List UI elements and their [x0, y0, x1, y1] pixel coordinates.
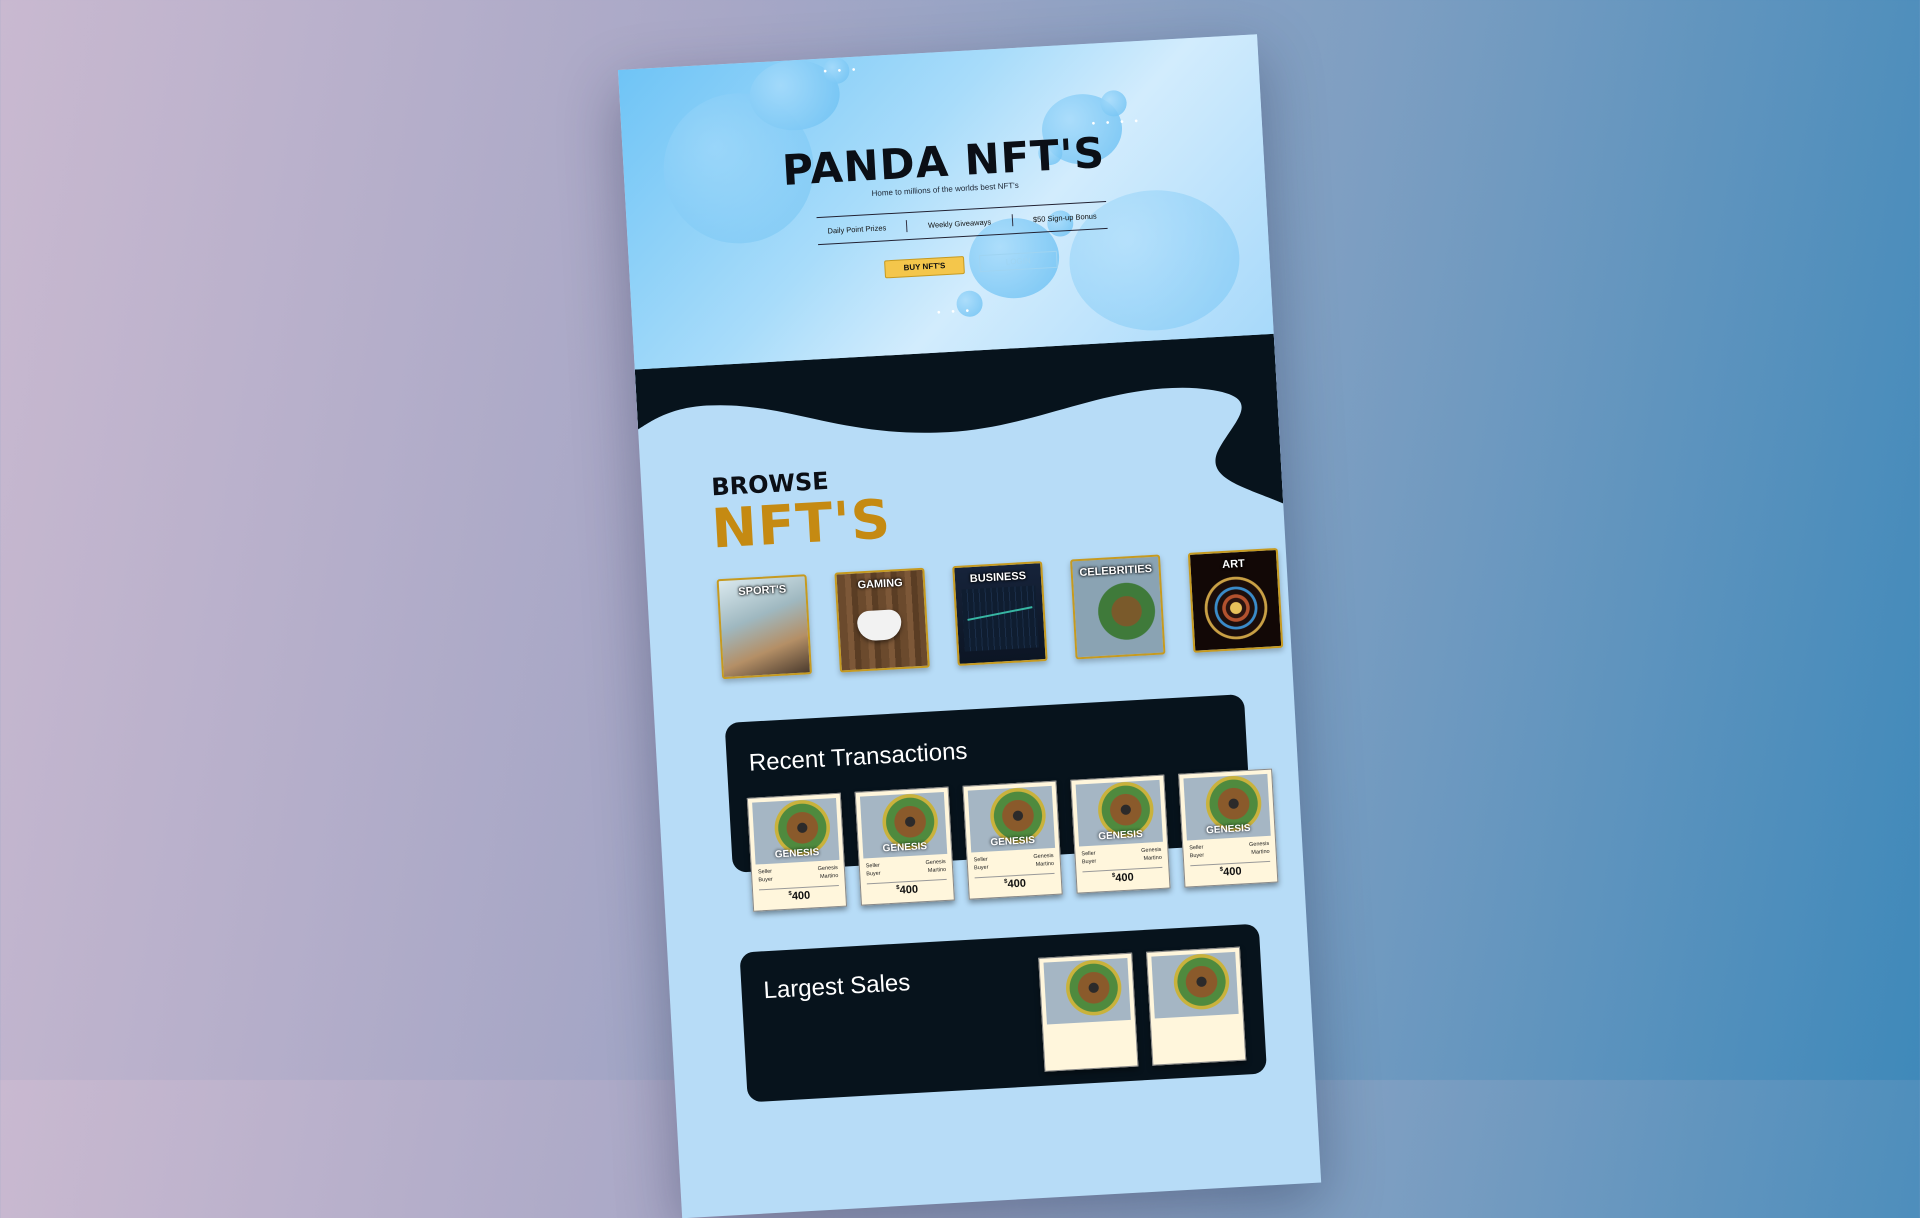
buyer-value: Martino	[1143, 854, 1162, 862]
price-value: 400	[1222, 865, 1242, 879]
seller-label: Seller	[1081, 850, 1096, 858]
buyer-value: Martino	[1251, 848, 1270, 856]
nft-price: $400	[866, 878, 948, 899]
buyer-value: Martino	[1035, 860, 1055, 868]
nft-price: $400	[1082, 866, 1164, 887]
price-value: 400	[899, 883, 919, 897]
price-value: 400	[1007, 877, 1027, 891]
divider	[1011, 214, 1013, 227]
perk-item: Weekly Giveaways	[927, 216, 992, 230]
nft-image: GENESIS	[1183, 773, 1271, 841]
buyer-label: Buyer	[1189, 852, 1205, 860]
buyer-label: Buyer	[758, 876, 773, 884]
nft-image	[1151, 951, 1239, 1019]
category-label: GAMING	[857, 576, 904, 592]
largest-card-list	[1038, 946, 1247, 1072]
nft-card[interactable]: GENESIS Seller Buyer Genesis Martino $400	[1178, 768, 1279, 888]
nft-card[interactable]	[1146, 946, 1247, 1066]
decor-dots: • • •	[823, 64, 860, 78]
hero-section: • • • • • • • • • • PANDA NFT'S Home to …	[618, 34, 1275, 390]
seller-value: Genesis	[925, 858, 946, 867]
seller-label: Seller	[973, 856, 988, 864]
category-label: BUSINESS	[969, 570, 1027, 586]
decor-bubble	[1099, 89, 1128, 118]
perk-item: $50 Sign-up Bonus	[1032, 211, 1097, 224]
buyer-value: Martino	[927, 866, 947, 874]
perk-item: Daily Point Prizes	[827, 222, 887, 236]
nft-image: GENESIS	[859, 791, 948, 859]
seller-label: Seller	[757, 868, 773, 876]
buyer-label: Buyer	[866, 870, 881, 878]
nft-name: GENESIS	[1098, 828, 1144, 843]
nft-card[interactable]: GENESIS Seller Buyer Genesis Martino $400	[1070, 774, 1171, 894]
category-card-business[interactable]: BUSINESS	[952, 561, 1048, 666]
buy-nfts-button[interactable]: BUY NFT'S	[884, 255, 965, 279]
nft-name: GENESIS	[990, 834, 1036, 849]
nft-card[interactable]	[1038, 952, 1139, 1072]
nft-meta: Seller Buyer Genesis Martino	[758, 864, 839, 884]
nft-price: $400	[758, 884, 840, 905]
seller-value: Genesis	[817, 864, 839, 873]
category-label: CELEBRITIES	[1079, 562, 1153, 580]
category-card-gaming[interactable]: GAMING	[834, 567, 930, 673]
decor-dots: • • •	[936, 305, 974, 319]
seller-value: Genesis	[1033, 852, 1054, 861]
nft-meta: Seller Buyer Genesis Martino	[973, 852, 1055, 872]
category-card-sports[interactable]: SPORT'S	[716, 574, 813, 680]
category-list: SPORT'S GAMING BUSINESS CELEBRITIES ART	[716, 547, 1284, 680]
category-label: ART	[1221, 557, 1246, 572]
nft-card[interactable]: GENESIS Seller Buyer Genesis Martino $400	[746, 792, 848, 912]
buyer-label: Buyer	[1081, 858, 1097, 866]
category-card-art[interactable]: ART	[1187, 547, 1284, 653]
category-card-celebrities[interactable]: CELEBRITIES	[1070, 554, 1166, 660]
nft-price: $400	[1190, 860, 1271, 881]
price-value: 400	[791, 889, 811, 903]
nft-card[interactable]: GENESIS Seller Buyer Genesis Martino $400	[962, 780, 1063, 900]
divider	[906, 220, 908, 233]
nft-name: GENESIS	[882, 840, 928, 855]
buyer-label: Buyer	[973, 864, 989, 872]
nft-meta: Seller Buyer Genesis Martino	[1081, 846, 1162, 866]
nft-image: GENESIS	[967, 785, 1056, 853]
seller-label: Seller	[865, 862, 881, 870]
seller-value: Genesis	[1141, 846, 1162, 855]
nft-meta: Seller Buyer Genesis Martino	[1189, 840, 1270, 860]
browse-heading-big: NFT'S	[710, 487, 893, 561]
nft-price: $400	[974, 872, 1056, 893]
nft-image: GENESIS	[752, 797, 840, 865]
gamepad-icon	[856, 609, 903, 642]
nft-image	[1043, 957, 1131, 1025]
nft-meta: Seller Buyer Genesis Martino	[866, 858, 947, 878]
nft-card[interactable]: GENESIS Seller Buyer Genesis Martino $400	[854, 786, 955, 906]
website-mockup: • • • • • • • • • • PANDA NFT'S Home to …	[618, 34, 1322, 1218]
perks-bar: Daily Point Prizes Weekly Giveaways $50 …	[816, 200, 1108, 246]
nft-name: GENESIS	[1205, 822, 1251, 837]
buyer-value: Martino	[819, 872, 839, 880]
nft-name: GENESIS	[774, 846, 820, 861]
stock-chart-icon	[961, 585, 1039, 652]
nft-image: GENESIS	[1075, 779, 1163, 847]
seller-value: Genesis	[1248, 840, 1270, 848]
seller-label: Seller	[1189, 844, 1204, 852]
category-label: SPORT'S	[738, 583, 787, 599]
price-value: 400	[1115, 871, 1135, 885]
